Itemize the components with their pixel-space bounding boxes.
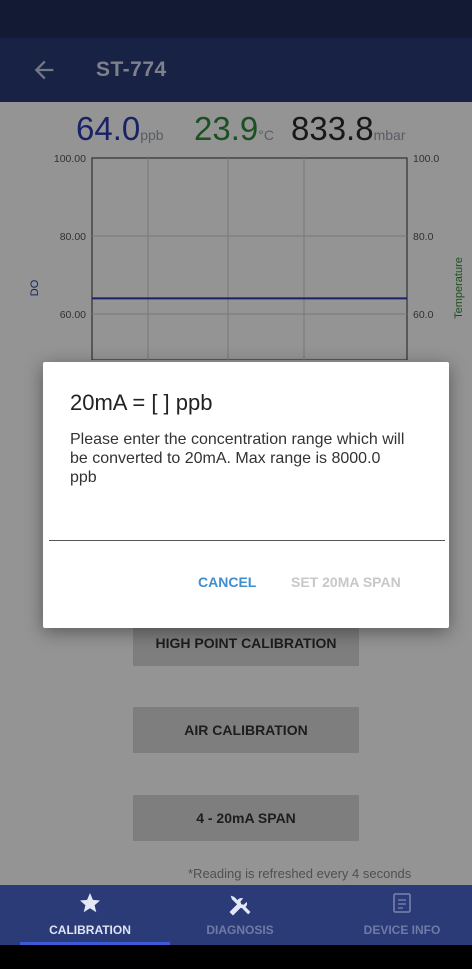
span-value-input[interactable]: [49, 508, 445, 541]
device-info-icon: [393, 893, 411, 913]
dialog-title: 20mA = [ ] ppb: [70, 390, 213, 415]
cancel-button[interactable]: CANCEL: [198, 574, 256, 590]
span-dialog: 20mA = [ ] ppb Please enter the concentr…: [43, 362, 449, 628]
nav-calibration-label: CALIBRATION: [49, 923, 131, 937]
nav-device-info-label: DEVICE INFO: [363, 923, 441, 937]
nav-diagnosis-label: DIAGNOSIS: [206, 923, 274, 937]
dialog-message: Please enter the concentration range whi…: [70, 431, 405, 486]
bottom-navigation: CALIBRATION DIAGNOSIS DEVICE INFO: [0, 885, 472, 945]
system-nav-area: [0, 945, 472, 969]
set-20ma-span-button[interactable]: SET 20MA SPAN: [291, 574, 401, 590]
nav-diagnosis[interactable]: DIAGNOSIS: [170, 885, 310, 945]
star-icon: [80, 893, 100, 913]
tools-icon: [229, 895, 251, 916]
nav-device-info[interactable]: DEVICE INFO: [332, 885, 472, 945]
nav-calibration[interactable]: CALIBRATION: [20, 885, 160, 945]
